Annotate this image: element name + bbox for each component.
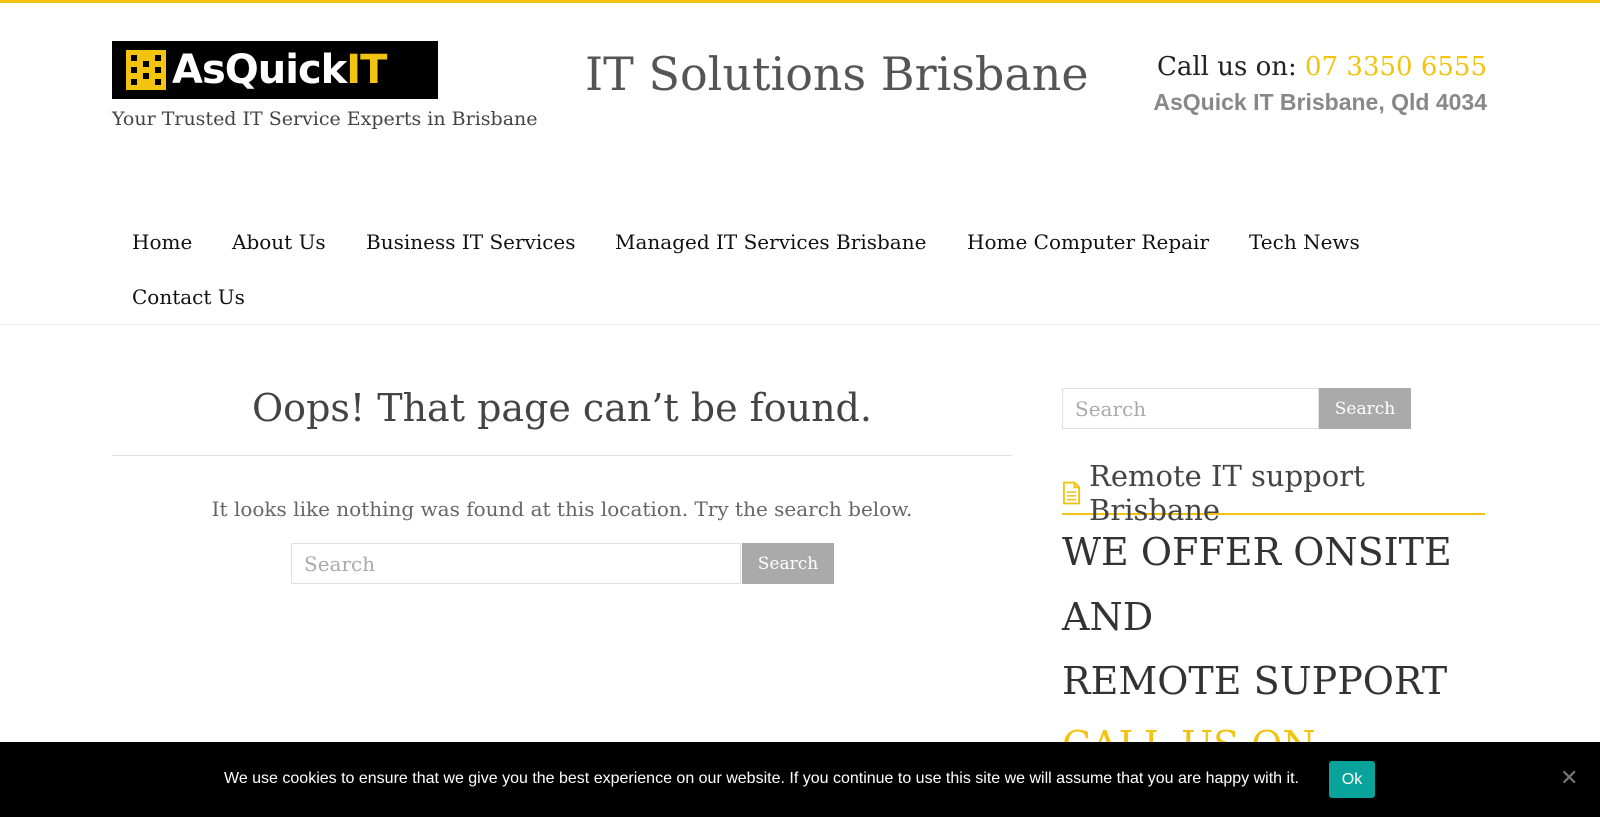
not-found-message: It looks like nothing was found at this …: [211, 497, 913, 521]
offer-line: REMOTE SUPPORT: [1062, 659, 1448, 703]
offer-line: WE OFFER ONSITE: [1062, 530, 1452, 574]
site-logo[interactable]: AsQuickIT: [112, 41, 438, 99]
top-accent-bar: [0, 0, 1600, 3]
cookie-ok-button[interactable]: Ok: [1329, 761, 1375, 798]
call-us: Call us on: 07 3350 6555: [1157, 52, 1487, 82]
close-icon[interactable]: ✕: [1560, 768, 1578, 790]
nav-item-tech-news[interactable]: Tech News: [1249, 230, 1360, 254]
nav-item-about-us[interactable]: About Us: [232, 230, 326, 254]
nav-item-business-it-services[interactable]: Business IT Services: [366, 230, 576, 254]
business-address: AsQuick IT Brisbane, Qld 4034: [1153, 89, 1487, 115]
widget-title: Remote IT support Brisbane: [1062, 459, 1485, 527]
main-search-input[interactable]: [291, 543, 741, 584]
page-title: Oops! That page can’t be found.: [252, 386, 872, 430]
sidebar-search-button[interactable]: Search: [1319, 388, 1411, 429]
logo-mark-icon: [126, 50, 166, 90]
logo-text: AsQuickIT: [172, 47, 387, 93]
nav-item-home[interactable]: Home: [132, 230, 192, 254]
main-search-button[interactable]: Search: [742, 543, 834, 584]
nav-item-home-computer-repair[interactable]: Home Computer Repair: [967, 230, 1209, 254]
sidebar-search-input[interactable]: [1062, 388, 1319, 429]
nav-item-contact-us[interactable]: Contact Us: [132, 285, 245, 309]
cookie-notice-text: We use cookies to ensure that we give yo…: [224, 770, 1299, 787]
site-tagline: Your Trusted IT Service Experts in Brisb…: [112, 108, 538, 130]
title-divider: [112, 455, 1012, 456]
phone-link[interactable]: 07 3350 6555: [1305, 52, 1487, 82]
widget-title-text: Remote IT support Brisbane: [1089, 459, 1365, 527]
call-label: Call us on:: [1156, 52, 1297, 82]
nav-item-managed-it-services[interactable]: Managed IT Services Brisbane: [615, 230, 926, 254]
site-title: IT Solutions Brisbane: [585, 47, 1089, 101]
header-divider: [0, 324, 1600, 325]
document-icon: [1062, 481, 1081, 505]
offer-line: AND: [1062, 595, 1154, 639]
